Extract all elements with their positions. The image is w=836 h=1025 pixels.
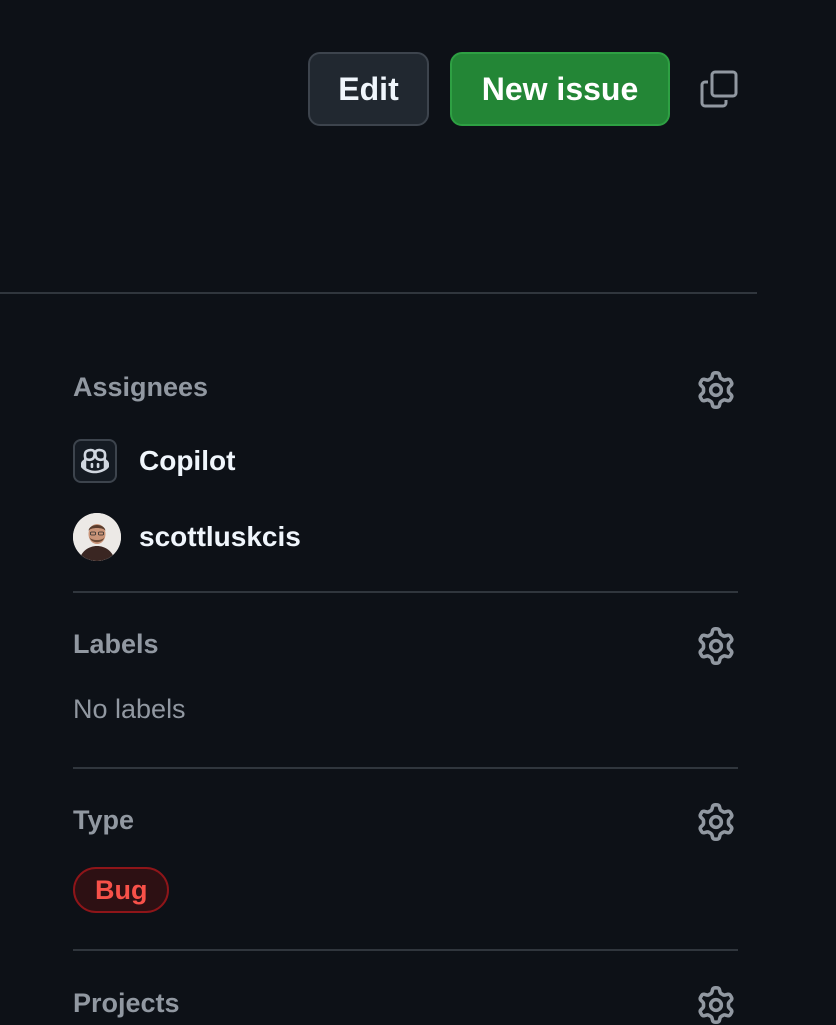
bug-type-label[interactable]: Bug (73, 867, 170, 913)
assignee-copilot[interactable]: Copilot (73, 437, 235, 485)
type-title: Type (73, 805, 135, 835)
type-gear-icon[interactable] (696, 802, 736, 842)
section-divider (73, 949, 738, 951)
assignee-scottluskcis[interactable]: scottluskcis (73, 513, 301, 561)
copilot-icon (73, 439, 117, 483)
new-issue-button[interactable]: New issue (450, 52, 670, 126)
issue-header-actions: Edit New issue (308, 52, 739, 126)
assignee-name: scottluskcis (139, 521, 301, 552)
copy-icon[interactable] (699, 69, 739, 109)
projects-gear-icon[interactable] (696, 985, 736, 1025)
section-divider (73, 591, 738, 593)
header-divider (0, 292, 757, 294)
user-avatar (73, 513, 121, 561)
assignee-name: Copilot (139, 445, 236, 476)
projects-title: Projects (73, 988, 180, 1018)
labels-title: Labels (73, 629, 159, 659)
edit-button[interactable]: Edit (308, 52, 429, 126)
no-labels-text: No labels (73, 694, 186, 724)
section-divider (73, 767, 738, 769)
labels-gear-icon[interactable] (696, 626, 736, 666)
assignees-title: Assignees (73, 372, 209, 402)
assignees-gear-icon[interactable] (696, 370, 736, 410)
